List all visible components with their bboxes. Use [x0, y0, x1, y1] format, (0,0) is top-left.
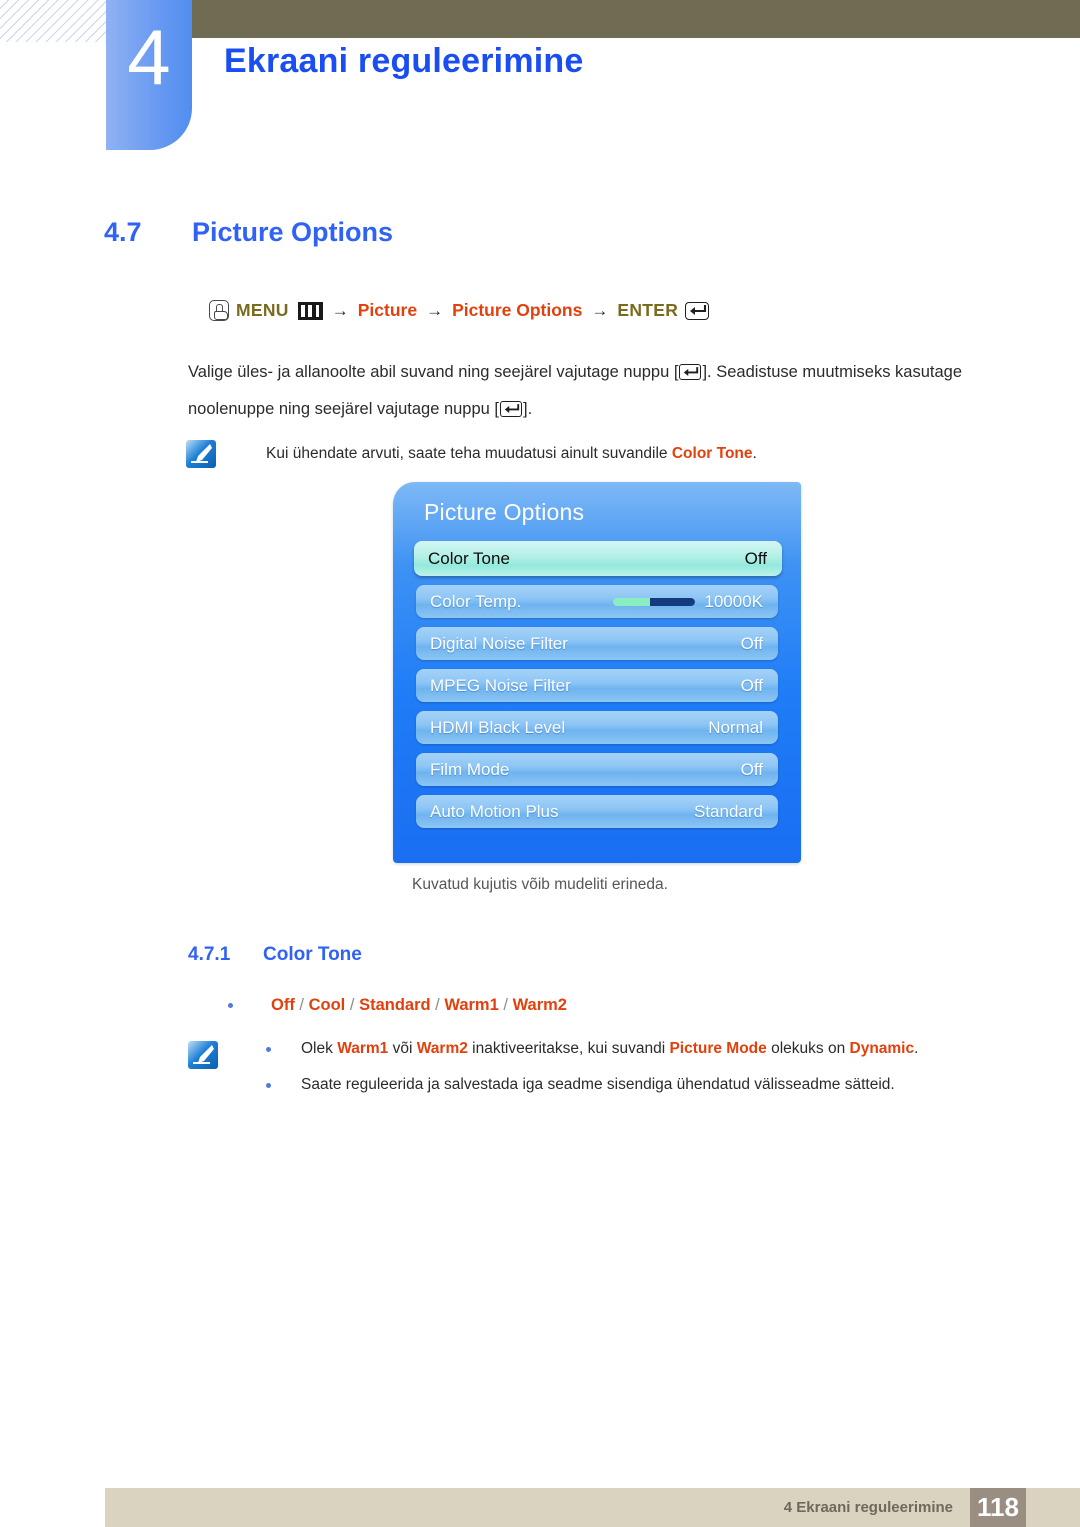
option-warm2: Warm2 — [512, 996, 567, 1014]
menu-path-item-picture: Picture — [357, 300, 418, 320]
option-standard: Standard — [359, 996, 431, 1014]
osd-row-color-tone[interactable]: Color Tone Off — [414, 541, 782, 576]
slider-fill — [613, 597, 651, 606]
note-seg-3: inaktiveeritakse, kui suvandi — [467, 1040, 670, 1057]
section-heading: 4.7 Picture Options — [104, 217, 393, 248]
menu-path-enter-label: ENTER — [617, 300, 679, 320]
osd-row-value: Off — [740, 633, 763, 653]
color-temp-slider[interactable] — [613, 597, 696, 606]
instruction-text-part-3: ]. — [523, 400, 533, 418]
section-title: Picture Options — [192, 217, 394, 247]
enter-key-icon — [685, 301, 710, 320]
note-seg-1: Olek — [301, 1040, 338, 1057]
menu-path-arrow-1: → — [331, 300, 349, 320]
osd-row-label: Film Mode — [430, 759, 510, 779]
osd-picture-options-panel: Picture Options Color Tone Off Color Tem… — [393, 482, 801, 863]
note-bottom-item-text: Saate reguleerida ja salvestada iga sead… — [301, 1076, 895, 1093]
note-bottom-items: Olek Warm1 või Warm2 inaktiveeritakse, k… — [266, 1038, 1028, 1096]
note-keyword-warm2: Warm2 — [416, 1040, 468, 1057]
menu-path-item-picture-options: Picture Options — [452, 300, 583, 320]
osd-caption: Kuvatud kujutis võib mudeliti erineda. — [412, 876, 668, 893]
osd-row-value: Standard — [694, 801, 763, 821]
note-seg-2: või — [388, 1040, 417, 1057]
slider-track — [650, 597, 696, 606]
option-separator: / — [503, 996, 508, 1014]
menu-bars-icon — [297, 301, 323, 320]
osd-row-label: Color Tone — [428, 548, 510, 568]
enter-key-icon — [500, 401, 523, 417]
note-bottom-item-1: Olek Warm1 või Warm2 inaktiveeritakse, k… — [266, 1038, 1028, 1060]
osd-row-film-mode[interactable]: Film Mode Off — [416, 753, 778, 786]
note-top-text: Kui ühendate arvuti, saate teha muudatus… — [266, 440, 757, 468]
header-olive-bar — [192, 0, 1080, 38]
color-tone-options: Off / Cool / Standard / Warm1 / Warm2 — [228, 996, 567, 1015]
note-top-keyword: Color Tone — [671, 445, 753, 462]
option-off: Off — [271, 996, 295, 1014]
osd-row-label: Digital Noise Filter — [430, 633, 568, 653]
osd-row-value: Normal — [708, 717, 763, 737]
osd-row-auto-motion-plus[interactable]: Auto Motion Plus Standard — [416, 795, 778, 828]
chapter-number: 4 — [127, 13, 171, 101]
note-top: Kui ühendate arvuti, saate teha muudatus… — [186, 440, 1016, 468]
osd-row-mpeg-noise-filter[interactable]: MPEG Noise Filter Off — [416, 669, 778, 702]
instruction-text-part-1: Valige üles- ja allanoolte abil suvand n… — [188, 363, 679, 381]
osd-row-label: MPEG Noise Filter — [430, 675, 571, 695]
note-bottom: Olek Warm1 või Warm2 inaktiveeritakse, k… — [188, 1038, 1028, 1110]
osd-row-digital-noise-filter[interactable]: Digital Noise Filter Off — [416, 627, 778, 660]
osd-row-color-temp[interactable]: Color Temp. 10000K — [416, 585, 778, 618]
chapter-number-badge: 4 — [106, 0, 192, 150]
instruction-paragraph: Valige üles- ja allanoolte abil suvand n… — [188, 354, 1018, 428]
option-separator: / — [435, 996, 440, 1014]
page-number: 118 — [970, 1488, 1026, 1527]
osd-row-label: Color Temp. — [430, 591, 522, 611]
note-top-text-after: . — [752, 445, 757, 462]
section-number: 4.7 — [104, 217, 142, 247]
option-separator: / — [349, 996, 355, 1014]
option-cool: Cool — [308, 996, 346, 1014]
page-footer: 4 Ekraani reguleerimine 118 — [105, 1488, 1080, 1527]
hatch-pattern-decoration — [0, 0, 106, 42]
footer-chapter-label: 4 Ekraani reguleerimine — [783, 1499, 953, 1516]
subsection-heading: 4.7.1 Color Tone — [188, 944, 362, 966]
note-keyword-warm1: Warm1 — [337, 1040, 389, 1057]
note-keyword-dynamic: Dynamic — [849, 1040, 915, 1057]
osd-row-value: Off — [740, 675, 763, 695]
note-seg-4: olekuks on — [766, 1040, 850, 1057]
enter-key-icon — [679, 364, 702, 380]
chapter-title: Ekraani reguleerimine — [224, 42, 584, 80]
osd-row-hdmi-black-level[interactable]: HDMI Black Level Normal — [416, 711, 778, 744]
color-tone-options-text: Off / Cool / Standard / Warm1 / Warm2 — [271, 996, 567, 1015]
subsection-title: Color Tone — [263, 944, 362, 965]
note-pen-icon — [186, 440, 216, 468]
osd-title: Picture Options — [424, 499, 585, 525]
menu-path-arrow-3: → — [591, 300, 609, 320]
osd-row-label: Auto Motion Plus — [430, 801, 559, 821]
bullet-icon — [266, 1083, 271, 1088]
osd-row-value: Off — [744, 548, 767, 568]
note-keyword-picture-mode: Picture Mode — [669, 1040, 767, 1057]
option-separator: / — [299, 996, 305, 1014]
osd-row-value: 10000K — [704, 591, 763, 611]
hand-press-icon — [209, 300, 229, 321]
note-seg-5: . — [914, 1040, 919, 1057]
osd-row-value: Off — [740, 759, 763, 779]
osd-rows-container: Color Tone Off Color Temp. 10000K Digita… — [414, 541, 782, 837]
page-header: 4 Ekraani reguleerimine — [0, 0, 1080, 160]
menu-path-menu-label: MENU — [236, 300, 289, 320]
bullet-icon — [266, 1047, 271, 1052]
subsection-number: 4.7.1 — [188, 944, 231, 965]
bullet-icon — [228, 1003, 233, 1008]
menu-path-arrow-2: → — [426, 300, 444, 320]
note-bottom-item-2: Saate reguleerida ja salvestada iga sead… — [266, 1074, 1028, 1096]
menu-path-breadcrumb: MENU → Picture → Picture Options → ENTER — [209, 300, 710, 321]
note-top-text-before: Kui ühendate arvuti, saate teha muudatus… — [266, 445, 672, 462]
note-pen-icon — [188, 1041, 218, 1069]
option-warm1: Warm1 — [444, 996, 499, 1014]
note-bottom-item-text: Olek Warm1 või Warm2 inaktiveeritakse, k… — [301, 1038, 918, 1060]
osd-row-label: HDMI Black Level — [430, 717, 566, 737]
